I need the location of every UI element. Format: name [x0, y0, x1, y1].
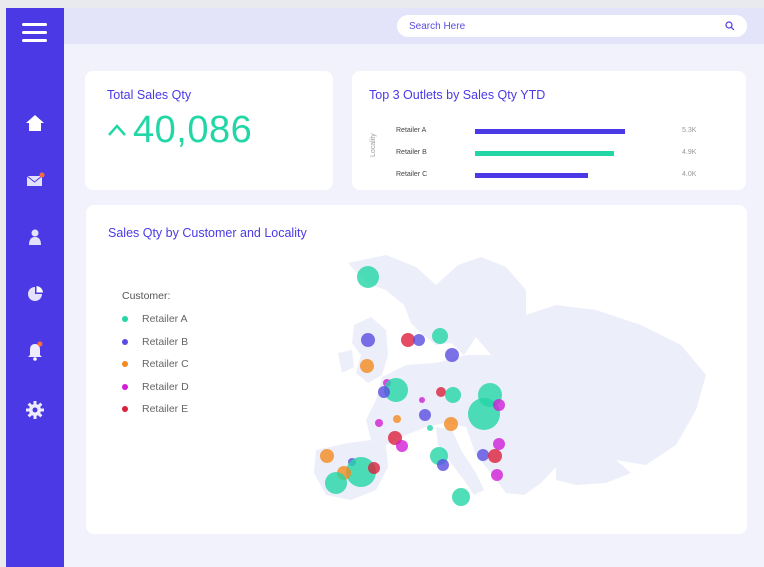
map-bubble[interactable] [432, 328, 448, 344]
home-icon[interactable] [23, 111, 47, 135]
bar-value-label: 4.0K [682, 171, 697, 178]
map-bubble[interactable] [445, 387, 461, 403]
bar-label: Retailer A [396, 127, 427, 134]
map-bubble[interactable] [325, 472, 347, 494]
map-bubble[interactable] [419, 397, 425, 403]
top-outlets-card: Top 3 Outlets by Sales Qty YTD Locality … [352, 71, 746, 190]
map-bubble[interactable] [396, 440, 408, 452]
menu-icon[interactable] [22, 23, 47, 43]
kpi-value: 40,086 [133, 109, 253, 151]
map-card: Sales Qty by Customer and Locality Custo… [86, 205, 747, 534]
map-bubble[interactable] [413, 334, 425, 346]
bar[interactable] [475, 129, 625, 134]
bar[interactable] [475, 173, 589, 178]
map-bubble[interactable] [452, 488, 470, 506]
bar-label: Retailer B [396, 149, 427, 156]
kpi-title: Total Sales Qty [107, 88, 192, 102]
bar-value-label: 5.3K [682, 127, 697, 134]
search-input[interactable]: Search Here [397, 15, 747, 37]
map-bubble[interactable] [493, 438, 505, 450]
map-bubble[interactable] [320, 449, 334, 463]
map-bubble[interactable] [357, 266, 379, 288]
map-bubble[interactable] [445, 348, 459, 362]
map-bubble[interactable] [427, 425, 433, 431]
map-bubble[interactable] [488, 449, 502, 463]
top-outlets-title: Top 3 Outlets by Sales Qty YTD [369, 88, 546, 102]
gear-icon[interactable] [23, 398, 47, 422]
mail-icon[interactable] [23, 168, 47, 192]
map-bubble[interactable] [368, 462, 380, 474]
bar[interactable] [475, 151, 614, 156]
map-bubble[interactable] [493, 399, 505, 411]
map-bubble[interactable] [436, 387, 446, 397]
map-bubble[interactable] [477, 449, 489, 461]
map-bubble[interactable] [360, 359, 374, 373]
search-icon[interactable] [725, 21, 735, 31]
bar-value-label: 4.9K [682, 149, 697, 156]
map-bubble[interactable] [444, 417, 458, 431]
map-bubble[interactable] [378, 386, 390, 398]
pie-chart-icon[interactable] [23, 282, 47, 306]
map-bubble[interactable] [419, 409, 431, 421]
axis-label-locality: Locality [370, 133, 377, 157]
map-bubble[interactable] [437, 459, 449, 471]
europe-map [314, 255, 706, 506]
map-bubble[interactable] [401, 333, 415, 347]
bell-icon[interactable] [23, 339, 47, 363]
up-arrow-icon [108, 124, 126, 136]
map-bubble[interactable] [375, 419, 383, 427]
user-icon[interactable] [23, 225, 47, 249]
top-bar: Search Here [64, 8, 764, 44]
search-placeholder: Search Here [409, 20, 466, 32]
map-bubble[interactable] [361, 333, 375, 347]
sidebar [6, 8, 64, 567]
total-sales-card: Total Sales Qty 40,086 [85, 71, 333, 190]
main-content: Search Here Total Sales Qty 40,086 Top 3… [64, 8, 764, 567]
map-bubble[interactable] [393, 415, 401, 423]
bar-label: Retailer C [396, 171, 428, 178]
map-bubble[interactable] [491, 469, 503, 481]
